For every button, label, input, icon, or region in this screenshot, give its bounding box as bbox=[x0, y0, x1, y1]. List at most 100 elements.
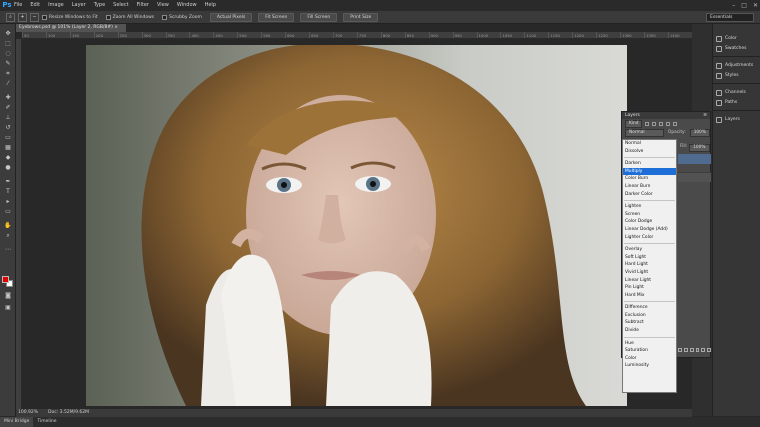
blend-mode-option[interactable]: Hard Light bbox=[623, 261, 676, 269]
blend-mode-option[interactable]: Hard Mix bbox=[623, 292, 676, 300]
print-size-button[interactable]: Print Size bbox=[343, 12, 379, 22]
blend-mode-option[interactable]: Subtract bbox=[623, 319, 676, 327]
healing-brush-tool-icon[interactable]: ✚ bbox=[3, 94, 13, 101]
dock-item-paths[interactable]: Paths bbox=[716, 98, 737, 107]
lasso-tool-icon[interactable]: ◌ bbox=[3, 50, 13, 57]
blend-mode-option[interactable]: Exclusion bbox=[623, 312, 676, 320]
adjustment-filter-icon[interactable] bbox=[652, 121, 657, 126]
dodge-tool-icon[interactable]: ● bbox=[3, 164, 13, 171]
brush-tool-icon[interactable]: ✐ bbox=[3, 104, 13, 111]
link-layers-icon[interactable] bbox=[678, 348, 682, 352]
blend-mode-option[interactable]: Color Dodge bbox=[623, 218, 676, 226]
resize-windows-checkbox[interactable]: Resize Windows to Fit bbox=[42, 14, 98, 20]
blend-mode-option[interactable]: Overlay bbox=[623, 246, 676, 254]
blend-mode-option[interactable]: Linear Dodge (Add) bbox=[623, 226, 676, 234]
layer-row-selected[interactable] bbox=[678, 154, 711, 164]
tab-mini-bridge[interactable]: Mini Bridge bbox=[0, 417, 34, 427]
panel-menu-icon[interactable]: ≡ bbox=[703, 112, 707, 119]
menu-image[interactable]: Image bbox=[48, 0, 64, 11]
blend-mode-select[interactable]: Normal bbox=[625, 128, 665, 137]
screen-mode-icon[interactable]: ▣ bbox=[3, 304, 13, 311]
menu-view[interactable]: View bbox=[157, 0, 169, 11]
marquee-tool-icon[interactable]: ⬚ bbox=[3, 40, 13, 47]
menu-filter[interactable]: Filter bbox=[137, 0, 149, 11]
scrubby-zoom-checkbox[interactable]: Scrubby Zoom bbox=[162, 14, 202, 20]
zoom-tool-icon[interactable]: ⌕ bbox=[6, 12, 15, 22]
new-group-icon[interactable] bbox=[695, 348, 700, 352]
add-mask-icon[interactable] bbox=[689, 348, 694, 352]
kind-filter-select[interactable]: Kind bbox=[625, 119, 643, 128]
eraser-tool-icon[interactable]: ▭ bbox=[3, 134, 13, 141]
blend-mode-option[interactable]: Dissolve bbox=[623, 148, 676, 156]
tab-timeline[interactable]: Timeline bbox=[33, 417, 60, 427]
blend-mode-option[interactable]: Divide bbox=[623, 327, 676, 335]
blend-mode-option[interactable]: Linear Light bbox=[623, 277, 676, 285]
blend-mode-option[interactable]: Normal bbox=[623, 140, 676, 148]
blend-mode-option[interactable]: Lighten bbox=[623, 203, 676, 211]
blend-mode-option[interactable]: Multiply bbox=[623, 167, 676, 176]
document-tab[interactable]: Eyebrows.psd @ 101% (Layer 2, RGB/8#) × bbox=[16, 24, 126, 32]
zoom-in-icon[interactable]: + bbox=[18, 12, 27, 22]
pixel-filter-icon[interactable] bbox=[645, 121, 650, 126]
minimize-icon[interactable]: – bbox=[732, 2, 735, 9]
blur-tool-icon[interactable]: ◆ bbox=[3, 154, 13, 161]
type-filter-icon[interactable] bbox=[659, 121, 664, 126]
blend-mode-option[interactable]: Luminosity bbox=[623, 362, 676, 370]
blend-mode-option[interactable]: Lighter Color bbox=[623, 234, 676, 242]
clone-stamp-tool-icon[interactable]: ⊥ bbox=[3, 114, 13, 121]
dock-item-layers[interactable]: Layers bbox=[716, 115, 740, 124]
move-tool-icon[interactable]: ✥ bbox=[3, 30, 13, 37]
crop-tool-icon[interactable]: ⌗ bbox=[3, 70, 13, 77]
blend-mode-option[interactable]: Darken bbox=[623, 160, 676, 168]
menu-edit[interactable]: Edit bbox=[30, 0, 40, 11]
pen-tool-icon[interactable]: ✒ bbox=[3, 178, 13, 185]
blend-mode-option[interactable]: Screen bbox=[623, 211, 676, 219]
blend-mode-option[interactable]: Soft Light bbox=[623, 254, 676, 262]
add-style-icon[interactable] bbox=[683, 348, 688, 352]
layer-row[interactable] bbox=[678, 172, 711, 182]
shape-tool-icon[interactable]: ▭ bbox=[3, 208, 13, 215]
blend-mode-option[interactable]: Hue bbox=[623, 340, 676, 348]
quick-mask-icon[interactable]: ◙ bbox=[3, 292, 13, 299]
checkbox-icon[interactable] bbox=[162, 14, 168, 20]
fit-screen-button[interactable]: Fit Screen bbox=[258, 12, 295, 22]
smart-filter-icon[interactable] bbox=[673, 121, 678, 126]
zoom-tool-icon[interactable]: ⌕ bbox=[3, 232, 13, 239]
blend-mode-option[interactable]: Darker Color bbox=[623, 191, 676, 199]
blend-mode-option[interactable]: Vivid Light bbox=[623, 269, 676, 277]
zoom-out-icon[interactable]: − bbox=[30, 12, 39, 22]
hand-tool-icon[interactable]: ✋ bbox=[3, 222, 13, 229]
checkbox-icon[interactable] bbox=[42, 14, 47, 20]
type-tool-icon[interactable]: T bbox=[3, 188, 13, 195]
history-brush-tool-icon[interactable]: ↺ bbox=[3, 124, 13, 131]
doc-size[interactable]: Doc: 3.52M/9.62M bbox=[48, 409, 89, 417]
portrait-photo[interactable] bbox=[86, 45, 627, 406]
blend-mode-option[interactable]: Difference bbox=[623, 304, 676, 312]
zoom-level[interactable]: 100.92% bbox=[18, 409, 38, 417]
eyedropper-tool-icon[interactable]: ⁄ bbox=[3, 80, 13, 87]
dock-item-color[interactable]: Color bbox=[716, 34, 737, 43]
dock-item-channels[interactable]: Channels bbox=[716, 88, 746, 97]
path-select-tool-icon[interactable]: ▸ bbox=[3, 198, 13, 205]
checkbox-icon[interactable] bbox=[105, 14, 111, 20]
gradient-tool-icon[interactable]: ▦ bbox=[3, 144, 13, 151]
dock-item-styles[interactable]: Styles bbox=[716, 71, 739, 80]
blend-mode-option[interactable]: Color bbox=[623, 355, 676, 363]
blend-mode-option[interactable]: Linear Burn bbox=[623, 183, 676, 191]
menu-layer[interactable]: Layer bbox=[72, 0, 86, 11]
workspace-select[interactable]: Essentials bbox=[706, 13, 754, 22]
menu-file[interactable]: File bbox=[14, 0, 22, 11]
menu-help[interactable]: Help bbox=[205, 0, 216, 11]
maximize-icon[interactable]: □ bbox=[741, 2, 747, 9]
opacity-input[interactable]: 100% bbox=[689, 128, 710, 137]
foreground-color-swatch[interactable] bbox=[2, 276, 9, 283]
blend-mode-option[interactable]: Color Burn bbox=[623, 175, 676, 183]
fill-input[interactable]: 100% bbox=[689, 144, 710, 152]
shape-filter-icon[interactable] bbox=[666, 121, 671, 126]
new-layer-icon[interactable] bbox=[701, 348, 706, 352]
dock-item-adjustments[interactable]: Adjustments bbox=[716, 61, 753, 70]
menu-window[interactable]: Window bbox=[177, 0, 197, 11]
close-icon[interactable]: ✕ bbox=[753, 2, 758, 9]
blend-mode-option[interactable]: Pin Light bbox=[623, 284, 676, 292]
blend-mode-option[interactable]: Saturation bbox=[623, 347, 676, 355]
